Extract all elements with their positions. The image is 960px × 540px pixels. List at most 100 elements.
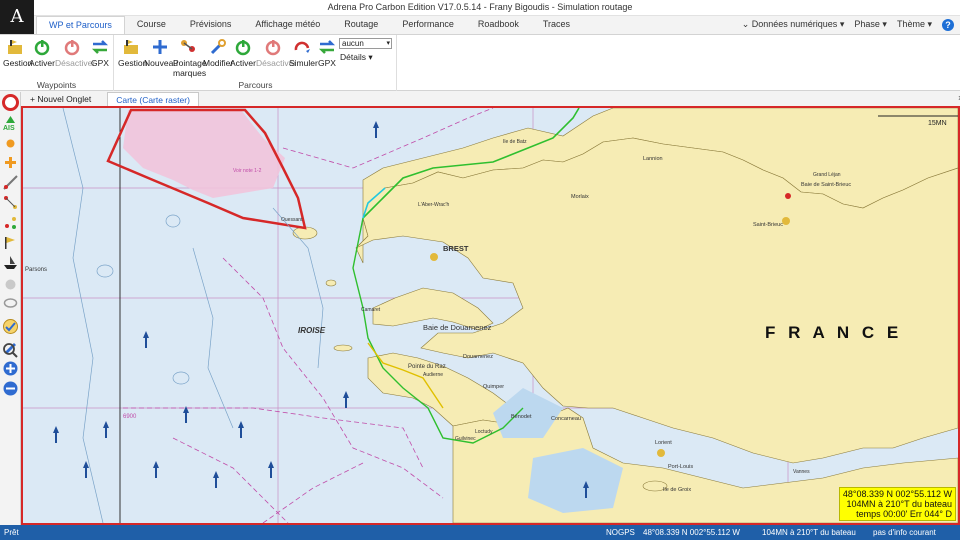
waypoints-gestion-button[interactable]: Gestion xyxy=(3,38,32,68)
document-tabs: + Nouvel Onglet Carte (Carte raster) xyxy=(22,92,200,106)
label-douarnenez: Douarnenez xyxy=(463,354,493,360)
tab-carte-raster[interactable]: Carte (Carte raster) xyxy=(107,92,200,106)
label-vannes: Vannes xyxy=(793,469,810,475)
zoom-in-icon[interactable] xyxy=(2,360,19,377)
label-parsons: Parsons xyxy=(25,267,47,273)
sein-island xyxy=(333,344,353,352)
boat-icon[interactable] xyxy=(2,254,19,271)
label-guilvinec: Guilvinec xyxy=(455,436,476,442)
waypoints-activer-button[interactable]: Activer xyxy=(29,38,55,68)
parcours-pointage-marques-button[interactable]: Pointage marques xyxy=(173,38,207,78)
lasso-icon[interactable] xyxy=(2,296,19,313)
ribbon-right-menus: ⌄ Données numériques ▾ Phase ▾ Thème ▾ ? xyxy=(742,19,954,31)
tab-traces[interactable]: Traces xyxy=(531,16,582,34)
waypoints-group-caption: Waypoints xyxy=(36,80,77,90)
ais-icon[interactable]: AIS xyxy=(2,114,19,131)
nautical-chart[interactable]: F R A N C E BREST IROISE Baie de Douarne… xyxy=(21,106,960,525)
status-ready: Prêt xyxy=(4,528,19,537)
depth-label: 6900 xyxy=(123,414,137,420)
gpx-arrows-icon xyxy=(318,40,336,54)
details-menu[interactable]: Détails ▾ xyxy=(340,52,373,63)
cursor-position: 48°08.339 N 002°55.112 W xyxy=(842,489,952,499)
caret-down-icon: ▾ xyxy=(839,19,845,29)
label-pointe-raz: Pointe du Raz xyxy=(408,364,446,370)
parcours-desactiver-button[interactable]: Désactiver xyxy=(256,38,296,68)
checkmark-tool-icon[interactable] xyxy=(2,318,19,335)
folder-flags-icon xyxy=(124,40,138,54)
tab-previsions[interactable]: Prévisions xyxy=(178,16,244,34)
orange-dot-icon[interactable] xyxy=(2,135,19,152)
waypoints-desactiver-button[interactable]: Désactiver xyxy=(55,38,95,68)
label-brest: BREST xyxy=(443,244,469,253)
left-toolbar: AIS xyxy=(0,92,21,525)
parcours-modifier-button[interactable]: Modifier xyxy=(203,38,233,68)
tab-course[interactable]: Course xyxy=(125,16,178,34)
waypoints-group: Gestion Activer Désactiver GPX Waypoints xyxy=(0,35,114,91)
status-current-info: pas d'info courant xyxy=(873,528,936,537)
donnees-numeriques-menu[interactable]: ⌄ Données numériques ▾ xyxy=(742,19,845,31)
tab-routage[interactable]: Routage xyxy=(332,16,390,34)
label-ouessant: Ouessant xyxy=(281,217,303,223)
lifebuoy-icon[interactable] xyxy=(2,94,19,111)
parcours-gestion-button[interactable]: Gestion xyxy=(118,38,147,68)
theme-menu[interactable]: Thème ▾ xyxy=(897,19,932,31)
label-morlaix: Morlaix xyxy=(571,194,589,200)
parcours-activer-button[interactable]: Activer xyxy=(230,38,256,68)
window-title: Adrena Pro Carbon Edition V17.0.5.14 - F… xyxy=(327,2,633,12)
ribbon-tabs: WP et Parcours Course Prévisions Afficha… xyxy=(36,16,582,34)
measure-icon[interactable] xyxy=(2,174,19,191)
power-red-icon xyxy=(265,40,281,56)
label-camaret: Camaret xyxy=(361,307,381,313)
flags-icon[interactable] xyxy=(2,234,19,251)
caret-down-icon: ▾ xyxy=(368,52,373,62)
tab-wp-parcours[interactable]: WP et Parcours xyxy=(36,16,125,34)
status-position: 48°08.339 N 002°55.112 W xyxy=(643,528,740,537)
tab-affichage-meteo[interactable]: Affichage météo xyxy=(243,16,332,34)
zoom-icon[interactable] xyxy=(2,342,19,359)
chevron-down-icon: ⌄ xyxy=(741,19,750,29)
wrench-edit-icon xyxy=(210,39,226,55)
parcours-simuler-button[interactable]: Simuler xyxy=(289,38,318,68)
zoom-out-icon[interactable] xyxy=(2,380,19,397)
label-lannion: Lannion xyxy=(643,156,663,162)
tab-roadbook[interactable]: Roadbook xyxy=(466,16,531,34)
label-aber-wrach: L'Aber-Wrac'h xyxy=(418,202,449,208)
tab-performance[interactable]: Performance xyxy=(390,16,466,34)
cursor-time: temps 00:00' Err 044° D xyxy=(856,509,952,519)
app-logo[interactable]: A xyxy=(0,0,34,34)
cursor-distance: 104MN à 210°T du bateau xyxy=(846,499,952,509)
saint-brieuc-marker xyxy=(782,217,790,225)
plus-icon[interactable] xyxy=(2,154,19,171)
parcours-nouveau-button[interactable]: Nouveau xyxy=(144,38,178,68)
caret-down-icon: ▾ xyxy=(882,19,887,29)
label-baie-saint-brieuc: Baie de Saint-Brieuc xyxy=(801,182,851,188)
waypoints-gpx-button[interactable]: GPX xyxy=(90,38,110,68)
svg-text:AIS: AIS xyxy=(3,125,15,131)
power-red-icon xyxy=(64,40,80,56)
app-window: Adrena Pro Carbon Edition V17.0.5.14 - F… xyxy=(0,0,960,540)
status-bar: Prêt NOGPS 48°08.339 N 002°55.112 W 104M… xyxy=(0,525,960,540)
plus-icon: + xyxy=(30,94,35,104)
label-grand-lejan: Grand Léjan xyxy=(813,172,841,178)
phase-menu[interactable]: Phase ▾ xyxy=(854,19,887,31)
country-label: F R A N C E xyxy=(765,323,902,342)
label-ile-de-batz: Ile de Batz xyxy=(503,139,527,145)
new-tab-button[interactable]: + Nouvel Onglet xyxy=(22,92,99,106)
label-concarneau: Concarneau xyxy=(551,416,581,422)
scale-label: 15MN xyxy=(928,120,947,127)
marks-pointer-icon xyxy=(181,40,195,52)
parcours-group-caption: Parcours xyxy=(238,80,273,90)
chart-canvas[interactable]: F R A N C E BREST IROISE Baie de Douarne… xyxy=(23,108,958,523)
label-benodet: Bénodet xyxy=(511,414,532,420)
brest-marker xyxy=(430,253,438,261)
marks-icon[interactable] xyxy=(2,214,19,231)
folder-flags-icon xyxy=(8,40,22,54)
grey-tool-icon[interactable] xyxy=(2,276,19,293)
power-green-icon xyxy=(235,40,251,56)
status-gps: NOGPS xyxy=(606,528,635,537)
parcours-gpx-button[interactable]: GPX xyxy=(316,38,338,68)
label-baie-douarnenez: Baie de Douarnenez xyxy=(423,323,492,332)
route-points-icon[interactable] xyxy=(2,194,19,211)
help-icon[interactable]: ? xyxy=(942,19,954,31)
parcours-select[interactable]: aucun ▾ xyxy=(339,38,392,49)
